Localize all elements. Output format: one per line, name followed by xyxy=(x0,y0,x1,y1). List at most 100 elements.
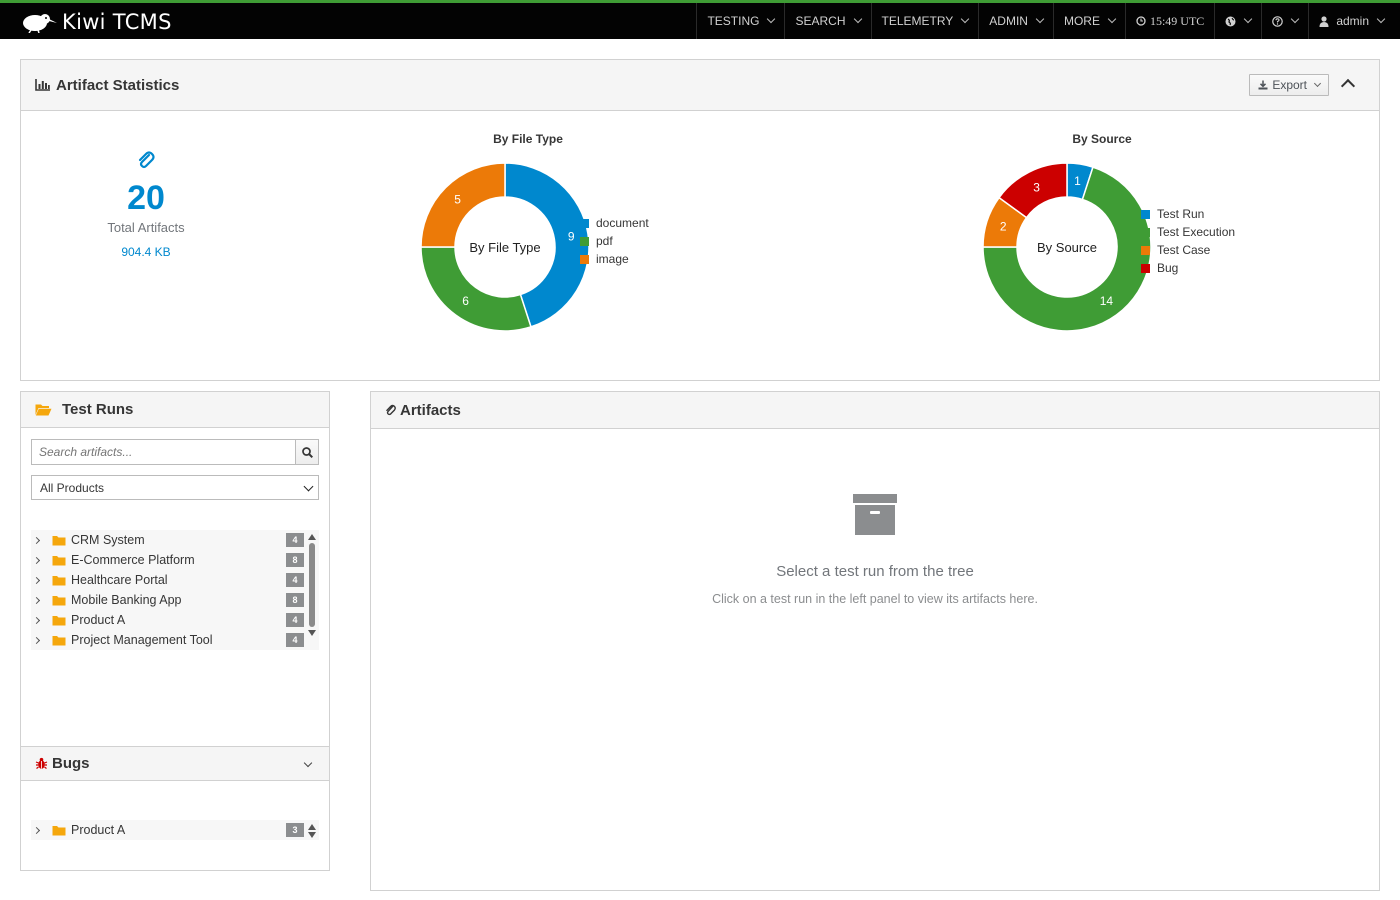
chevron-down-icon xyxy=(1291,14,1300,24)
nav-help[interactable] xyxy=(1261,3,1308,39)
nav-search-label: SEARCH xyxy=(795,14,846,28)
legend-swatch xyxy=(1141,227,1150,237)
legend-item-test-execution[interactable]: Test Execution xyxy=(1141,223,1235,241)
folder-icon xyxy=(52,615,66,625)
legend-item-pdf[interactable]: pdf xyxy=(580,232,649,250)
bar-chart-icon xyxy=(35,79,50,91)
chevron-right-icon[interactable] xyxy=(32,826,41,834)
top-navbar: Kiwi TCMS TESTING SEARCH TELEMETRY ADMIN… xyxy=(0,0,1400,39)
source-legend: Test Run Test Execution Test Case Bug xyxy=(1141,205,1235,277)
chevron-down-icon xyxy=(853,14,862,24)
paperclip-icon xyxy=(138,151,155,169)
scroll-thumb[interactable] xyxy=(309,543,315,627)
nav-telemetry[interactable]: TELEMETRY xyxy=(870,3,979,39)
collapse-bugs-chevron-down-icon[interactable] xyxy=(303,758,313,768)
donut-slice-image[interactable] xyxy=(420,162,506,248)
file-type-legend: document pdf image xyxy=(580,214,649,268)
legend-item-test-run[interactable]: Test Run xyxy=(1141,205,1235,223)
file-type-donut-chart: 9 6 5 By File Type xyxy=(420,162,589,332)
total-artifacts-label: Total Artifacts xyxy=(107,220,185,235)
legend-swatch xyxy=(580,254,589,264)
nav-admin[interactable]: ADMIN xyxy=(978,3,1053,39)
legend-swatch xyxy=(580,218,589,228)
nav-testing[interactable]: TESTING xyxy=(696,3,784,39)
legend-label: Test Execution xyxy=(1157,225,1236,239)
chevron-right-icon[interactable] xyxy=(32,596,41,604)
collapse-stats-chevron-up-icon[interactable] xyxy=(1340,78,1356,94)
paperclip-icon xyxy=(385,404,396,416)
chevron-right-icon[interactable] xyxy=(32,536,41,544)
scroll-up-icon[interactable] xyxy=(308,534,316,540)
legend-swatch xyxy=(1141,263,1150,273)
export-label: Export xyxy=(1272,78,1307,92)
donut-slice-pdf[interactable] xyxy=(420,246,532,332)
legend-item-test-case[interactable]: Test Case xyxy=(1141,241,1235,259)
artifacts-panel: Artifacts Select a test run from the tre… xyxy=(370,391,1380,891)
legend-label: Test Run xyxy=(1157,207,1205,221)
nav-clock[interactable]: 15:49 UTC xyxy=(1124,3,1214,39)
folder-icon xyxy=(52,635,66,645)
nav-more-label: MORE xyxy=(1063,14,1100,28)
search-artifacts-input[interactable] xyxy=(31,439,295,465)
nav-search[interactable]: SEARCH xyxy=(784,3,870,39)
empty-state-title: Select a test run from the tree xyxy=(776,563,974,580)
test-runs-title: Test Runs xyxy=(35,401,133,418)
folder-icon xyxy=(52,595,66,605)
tree-node-label: Healthcare Portal xyxy=(71,573,168,587)
slice-value-label: 14 xyxy=(1100,294,1114,308)
artifacts-empty-state: Select a test run from the tree Click on… xyxy=(371,492,1379,606)
test-runs-title-text: Test Runs xyxy=(62,401,134,418)
nav-testing-label: TESTING xyxy=(707,14,760,28)
download-icon xyxy=(1258,80,1268,90)
tree-node[interactable]: E-Commerce Platform 8 xyxy=(31,550,319,570)
user-icon xyxy=(1319,15,1329,27)
count-badge: 8 xyxy=(286,553,304,567)
slice-value-label: 5 xyxy=(454,193,461,207)
test-runs-tree: CRM System 4 E-Commerce Platform 8 Healthcar… xyxy=(31,530,319,650)
legend-item-document[interactable]: document xyxy=(580,214,649,232)
tree-node[interactable]: Mobile Banking App 8 xyxy=(31,590,319,610)
tree-node[interactable]: Healthcare Portal 4 xyxy=(31,570,319,590)
tree-node[interactable]: CRM System 4 xyxy=(31,530,319,550)
tree-node-label: Product A xyxy=(71,613,126,627)
export-button[interactable]: Export xyxy=(1249,74,1329,96)
search-icon xyxy=(301,446,313,458)
scroll-down-icon[interactable] xyxy=(308,630,316,636)
scroll-down-icon[interactable] xyxy=(308,832,316,838)
search-button[interactable] xyxy=(295,439,319,465)
product-filter-select[interactable]: All Products xyxy=(31,475,319,500)
bugs-header: Bugs xyxy=(21,747,329,781)
tree-node-label: E-Commerce Platform xyxy=(71,553,195,567)
tree-scrollbar[interactable] xyxy=(307,820,317,838)
nav-language[interactable] xyxy=(1214,3,1261,39)
brand-logo[interactable]: Kiwi TCMS xyxy=(18,8,172,36)
nav-admin-label: ADMIN xyxy=(989,14,1028,28)
bugs-title: Bugs xyxy=(35,755,90,772)
chevron-right-icon[interactable] xyxy=(32,556,41,564)
question-circle-icon xyxy=(1272,15,1284,27)
chevron-down-icon xyxy=(1244,14,1253,24)
chart-title-file-type: By File Type xyxy=(493,132,563,146)
tree-scrollbar[interactable] xyxy=(307,530,317,636)
tree-node[interactable]: Project Management Tool 4 xyxy=(31,630,319,650)
chevron-right-icon[interactable] xyxy=(32,576,41,584)
nav-user[interactable]: admin xyxy=(1308,3,1400,39)
folder-icon xyxy=(52,575,66,585)
nav-telemetry-label: TELEMETRY xyxy=(881,14,954,28)
nav-more[interactable]: MORE xyxy=(1052,3,1125,39)
legend-item-bug[interactable]: Bug xyxy=(1141,259,1235,277)
legend-swatch xyxy=(1141,209,1150,219)
legend-label: image xyxy=(596,252,629,266)
bug-icon xyxy=(35,757,48,769)
count-badge: 4 xyxy=(286,533,304,547)
tree-node-label: Project Management Tool xyxy=(71,633,213,647)
chevron-down-icon xyxy=(1313,79,1322,88)
artifact-statistics-panel: Artifact Statistics Export 20 Total Arti… xyxy=(20,59,1380,381)
tree-node[interactable]: Product A 4 xyxy=(31,610,319,630)
chevron-down-icon xyxy=(1376,14,1386,24)
user-name: admin xyxy=(1336,14,1369,28)
chevron-right-icon[interactable] xyxy=(32,616,41,624)
tree-node[interactable]: Product A 3 xyxy=(31,820,319,840)
legend-item-image[interactable]: image xyxy=(580,250,649,268)
chevron-right-icon[interactable] xyxy=(32,636,41,644)
